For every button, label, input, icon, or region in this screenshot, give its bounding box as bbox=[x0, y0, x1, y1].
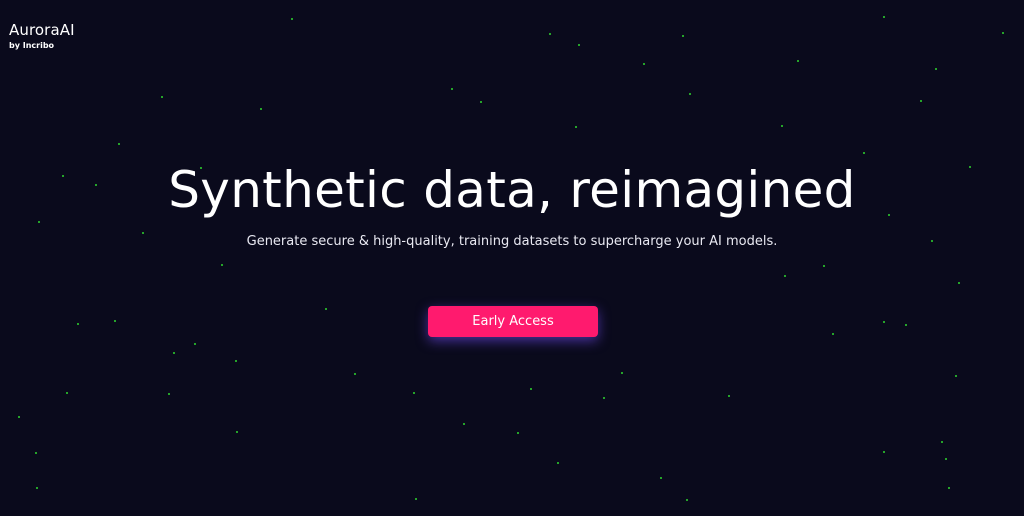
star-dot bbox=[517, 432, 519, 434]
star-dot bbox=[463, 423, 465, 425]
hero-title: Synthetic data, reimagined bbox=[168, 161, 856, 219]
star-dot bbox=[643, 63, 645, 65]
brand-byline: by Incribo bbox=[9, 41, 55, 50]
star-dot bbox=[955, 375, 957, 377]
star-dot bbox=[415, 498, 417, 500]
star-dot bbox=[905, 324, 907, 326]
star-dot bbox=[621, 372, 623, 374]
star-dot bbox=[221, 264, 223, 266]
star-dot bbox=[36, 487, 38, 489]
star-dot bbox=[784, 275, 786, 277]
early-access-button[interactable]: Early Access bbox=[428, 306, 598, 337]
star-dot bbox=[958, 282, 960, 284]
star-dot bbox=[413, 392, 415, 394]
star-dot bbox=[480, 101, 482, 103]
star-dot bbox=[781, 125, 783, 127]
star-dot bbox=[689, 93, 691, 95]
star-dot bbox=[682, 35, 684, 37]
star-dot bbox=[173, 352, 175, 354]
star-dot bbox=[945, 458, 947, 460]
star-dot bbox=[557, 462, 559, 464]
star-dot bbox=[863, 152, 865, 154]
star-dot bbox=[325, 308, 327, 310]
star-dot bbox=[832, 333, 834, 335]
star-dot bbox=[168, 393, 170, 395]
starfield-background bbox=[0, 0, 1024, 516]
star-dot bbox=[823, 265, 825, 267]
star-dot bbox=[578, 44, 580, 46]
star-dot bbox=[883, 16, 885, 18]
star-dot bbox=[236, 431, 238, 433]
star-dot bbox=[260, 108, 262, 110]
hero-subtitle: Generate secure & high-quality, training… bbox=[246, 234, 778, 249]
star-dot bbox=[941, 441, 943, 443]
star-dot bbox=[235, 360, 237, 362]
star-dot bbox=[354, 373, 356, 375]
star-dot bbox=[883, 321, 885, 323]
star-dot bbox=[948, 487, 950, 489]
brand-logo[interactable]: AuroraAI by Incribo bbox=[9, 21, 75, 51]
star-dot bbox=[530, 388, 532, 390]
star-dot bbox=[797, 60, 799, 62]
star-dot bbox=[935, 68, 937, 70]
star-dot bbox=[35, 452, 37, 454]
brand-name: AuroraAI bbox=[9, 21, 75, 39]
star-dot bbox=[920, 100, 922, 102]
star-dot bbox=[883, 451, 885, 453]
star-dot bbox=[575, 126, 577, 128]
star-dot bbox=[291, 18, 293, 20]
star-dot bbox=[660, 477, 662, 479]
star-dot bbox=[686, 499, 688, 501]
star-dot bbox=[114, 320, 116, 322]
star-dot bbox=[18, 416, 20, 418]
star-dot bbox=[194, 343, 196, 345]
star-dot bbox=[549, 33, 551, 35]
star-dot bbox=[118, 143, 120, 145]
star-dot bbox=[1002, 32, 1004, 34]
star-dot bbox=[728, 395, 730, 397]
star-dot bbox=[66, 392, 68, 394]
star-dot bbox=[603, 397, 605, 399]
star-dot bbox=[161, 96, 163, 98]
star-dot bbox=[77, 323, 79, 325]
star-dot bbox=[38, 221, 40, 223]
star-dot bbox=[451, 88, 453, 90]
